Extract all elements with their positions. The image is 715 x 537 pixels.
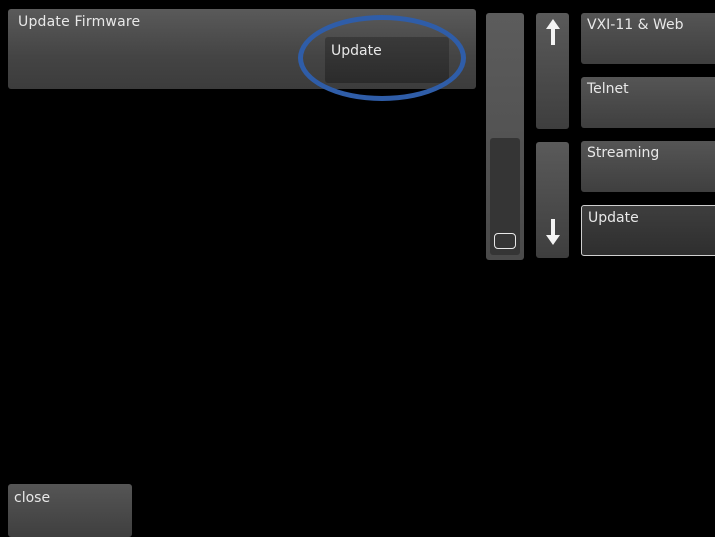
scrollbar-thumb[interactable] [490, 138, 520, 255]
arrow-up-icon [536, 19, 569, 50]
scroll-up-button[interactable] [536, 13, 569, 129]
menu-item-update[interactable]: Update [581, 205, 715, 256]
menu-item-vxi11-web[interactable]: VXI-11 & Web [581, 13, 715, 64]
arrow-down-icon [536, 219, 569, 250]
firmware-panel: Update Firmware Update [8, 9, 476, 89]
menu-item-streaming[interactable]: Streaming [581, 141, 715, 192]
firmware-panel-title: Update Firmware [18, 14, 141, 30]
scrollbar-track[interactable] [486, 13, 524, 260]
update-firmware-button[interactable]: Update [325, 37, 449, 83]
close-button[interactable]: close [8, 484, 132, 537]
menu-item-telnet[interactable]: Telnet [581, 77, 715, 128]
scroll-down-button[interactable] [536, 142, 569, 258]
scrollbar-grip-icon [494, 233, 516, 249]
